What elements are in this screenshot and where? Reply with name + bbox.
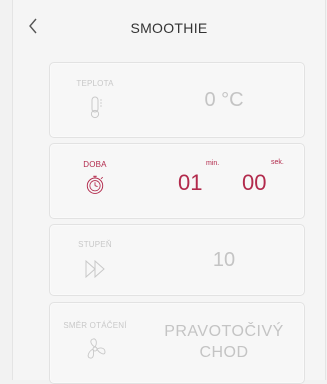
stopwatch-icon: [86, 175, 104, 194]
fan-icon: [87, 338, 106, 359]
page-title: SMOOTHIE: [130, 20, 208, 36]
app-frame: SMOOTHIE TEPLOTA 0 °C DOBA 01 min. 00 se…: [12, 0, 326, 384]
seconds-unit: sek.: [271, 159, 284, 166]
direction-value-line2: CHOD: [199, 344, 249, 361]
time-label: DOBA: [83, 160, 107, 169]
temperature-value: 0 °C: [204, 89, 244, 111]
direction-label: SMĚR OTÁČENÍ: [63, 321, 127, 330]
time-card[interactable]: DOBA 01 min. 00 sek.: [49, 143, 305, 219]
direction-card[interactable]: SMĚR OTÁČENÍ PRAVOTOČIVÝ CHOD: [49, 302, 305, 384]
direction-value-line1: PRAVOTOČIVÝ: [164, 323, 284, 340]
seconds-value[interactable]: 00: [242, 170, 266, 196]
temperature-label: TEPLOTA: [76, 79, 114, 88]
minutes-unit: min.: [206, 160, 220, 167]
header: SMOOTHIE: [13, 0, 325, 58]
speed-value: 10: [212, 249, 236, 271]
speed-card[interactable]: STUPEŇ 10: [49, 224, 305, 296]
direction-value: PRAVOTOČIVÝ CHOD: [144, 321, 304, 363]
minutes-value[interactable]: 01: [178, 170, 202, 196]
fast-forward-icon: [85, 259, 105, 279]
temperature-card[interactable]: TEPLOTA 0 °C: [49, 62, 305, 138]
speed-label: STUPEŇ: [78, 240, 112, 249]
thermometer-icon: [90, 96, 102, 119]
